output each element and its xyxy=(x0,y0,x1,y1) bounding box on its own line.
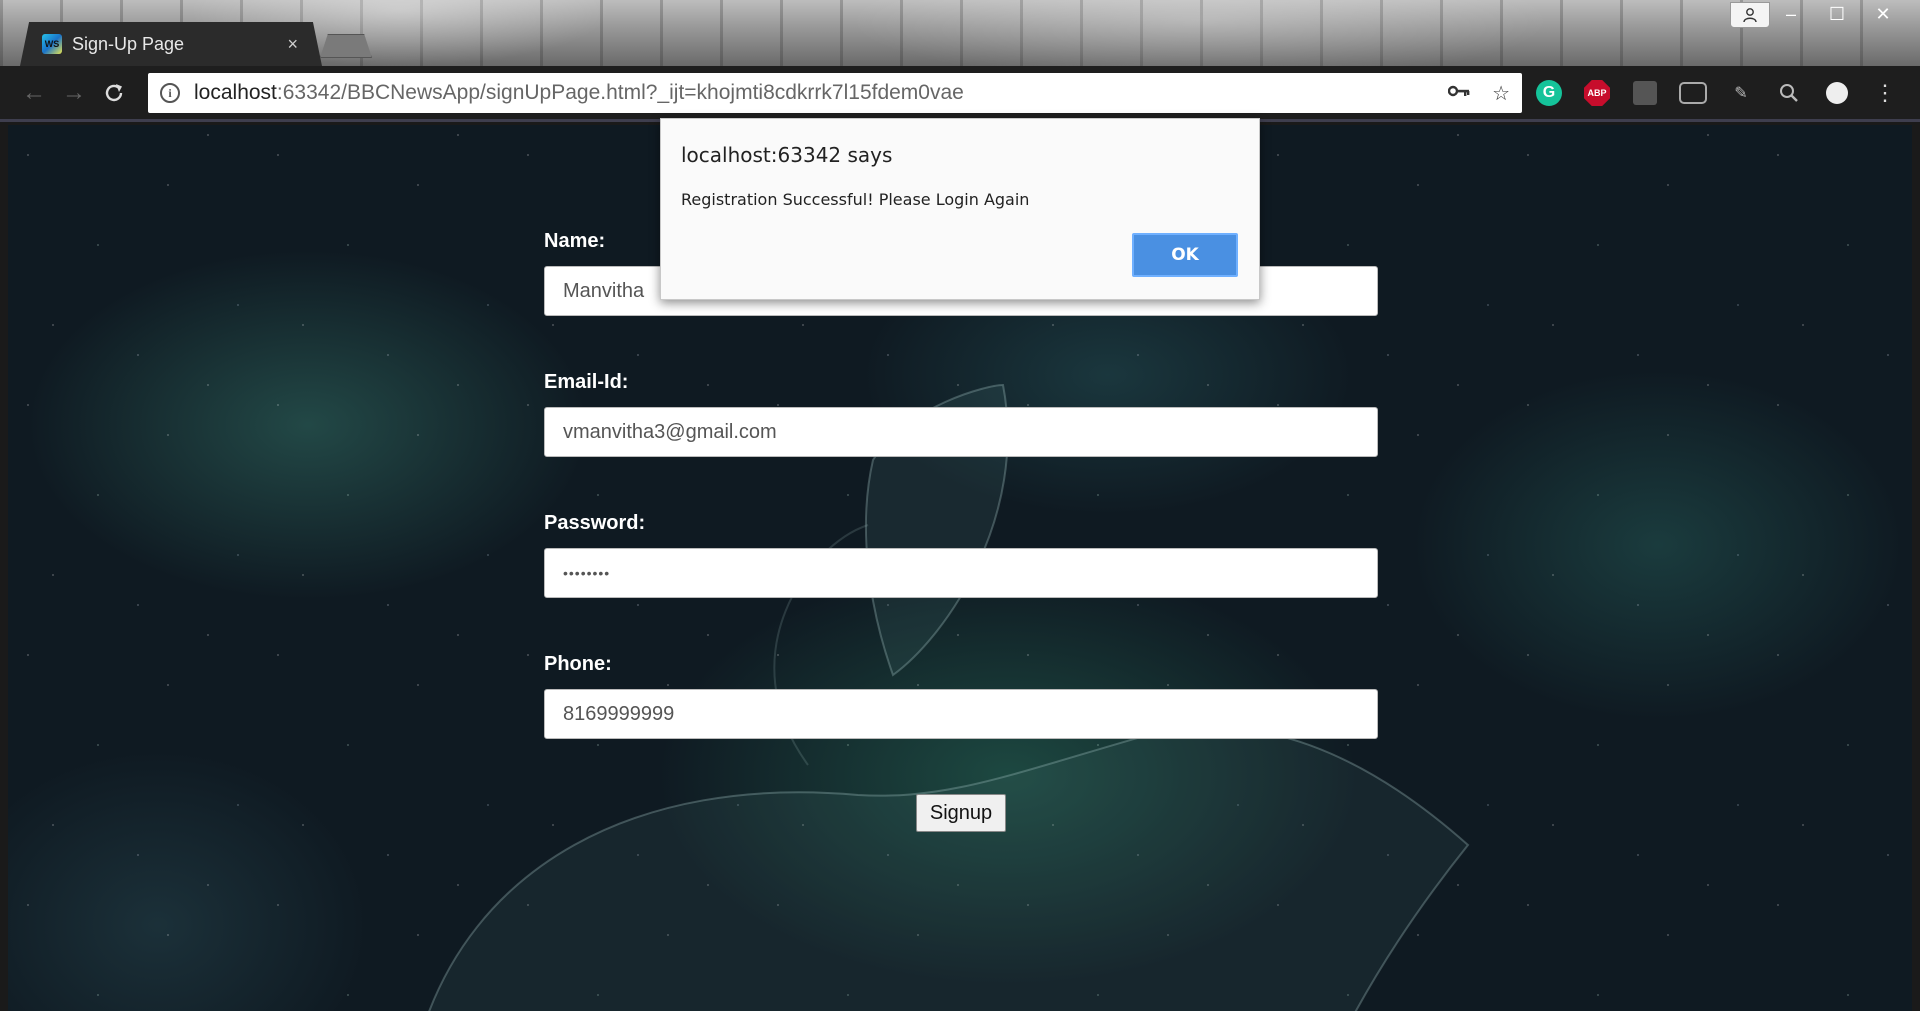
url-path: :63342/BBCNewsApp/signUpPage.html?_ijt=k… xyxy=(276,81,964,104)
pdf-extension[interactable] xyxy=(1626,74,1664,112)
url-text[interactable]: localhost:63342/BBCNewsApp/signUpPage.ht… xyxy=(194,81,964,105)
new-tab-button[interactable] xyxy=(320,34,372,58)
site-info-icon[interactable]: i xyxy=(160,83,180,103)
maximize-button[interactable]: ☐ xyxy=(1814,0,1860,28)
grammarly-icon: G xyxy=(1536,80,1562,106)
phone-field-group: Phone: 8169999999 xyxy=(544,653,1378,739)
circle-extension[interactable] xyxy=(1818,74,1856,112)
close-window-button[interactable]: ✕ xyxy=(1860,0,1906,28)
adblock-icon: ABP xyxy=(1584,80,1610,106)
magnifier-icon xyxy=(1780,84,1798,102)
pen-icon: ✎ xyxy=(1734,85,1748,102)
phone-label: Phone: xyxy=(544,653,612,675)
glasses-extension[interactable] xyxy=(1674,74,1712,112)
password-label: Password: xyxy=(544,512,646,534)
window-controls: – ☐ ✕ xyxy=(1768,0,1906,28)
glasses-icon xyxy=(1679,82,1707,104)
alert-message: Registration Successful! Please Login Ag… xyxy=(681,190,1030,209)
more-vertical-icon: ⋮ xyxy=(1874,80,1896,105)
email-input[interactable]: vmanvitha3@gmail.com xyxy=(544,407,1378,457)
webstorm-favicon-icon: WS xyxy=(42,34,62,54)
browser-titlebar: WS Sign-Up Page × – ☐ ✕ xyxy=(0,0,1920,66)
phone-input[interactable]: 8169999999 xyxy=(544,689,1378,739)
key-icon[interactable] xyxy=(1447,81,1470,106)
signup-button[interactable]: Signup xyxy=(916,794,1006,832)
tab-close-icon[interactable]: × xyxy=(287,34,298,55)
profile-icon[interactable] xyxy=(1730,2,1770,28)
circle-icon xyxy=(1826,82,1848,104)
bookmark-star-icon[interactable]: ☆ xyxy=(1492,81,1510,106)
alert-title: localhost:63342 says xyxy=(681,143,893,167)
address-bar[interactable]: i localhost:63342/BBCNewsApp/signUpPage.… xyxy=(148,73,1522,113)
search-extension[interactable] xyxy=(1770,74,1808,112)
grammarly-extension[interactable]: G xyxy=(1530,74,1568,112)
email-label: Email-Id: xyxy=(544,371,629,393)
reload-icon[interactable] xyxy=(94,73,134,113)
alert-dialog: localhost:63342 says Registration Succes… xyxy=(660,118,1260,300)
tab-title: Sign-Up Page xyxy=(72,33,185,54)
pdf-icon xyxy=(1633,81,1657,105)
back-arrow-icon[interactable]: ← xyxy=(14,73,54,113)
password-field-group: Password: •••••••• xyxy=(544,512,1378,598)
adblock-extension[interactable]: ABP xyxy=(1578,74,1616,112)
password-input[interactable]: •••••••• xyxy=(544,548,1378,598)
email-field-group: Email-Id: vmanvitha3@gmail.com xyxy=(544,371,1378,457)
minimize-button[interactable]: – xyxy=(1768,0,1814,28)
signup-form: Name: Manvitha Email-Id: vmanvitha3@gmai… xyxy=(544,230,1378,739)
forward-arrow-icon[interactable]: → xyxy=(54,73,94,113)
url-host: localhost xyxy=(194,81,277,104)
tab-sign-up-page[interactable]: WS Sign-Up Page × xyxy=(20,22,322,66)
pen-extension[interactable]: ✎ xyxy=(1722,74,1760,112)
chrome-menu-button[interactable]: ⋮ xyxy=(1866,74,1904,112)
browser-toolbar: ← → i localhost:63342/BBCNewsApp/signUpP… xyxy=(0,66,1920,122)
extensions-bar: G ABP ✎ ⋮ xyxy=(1530,74,1904,112)
alert-ok-button[interactable]: OK xyxy=(1132,233,1238,277)
